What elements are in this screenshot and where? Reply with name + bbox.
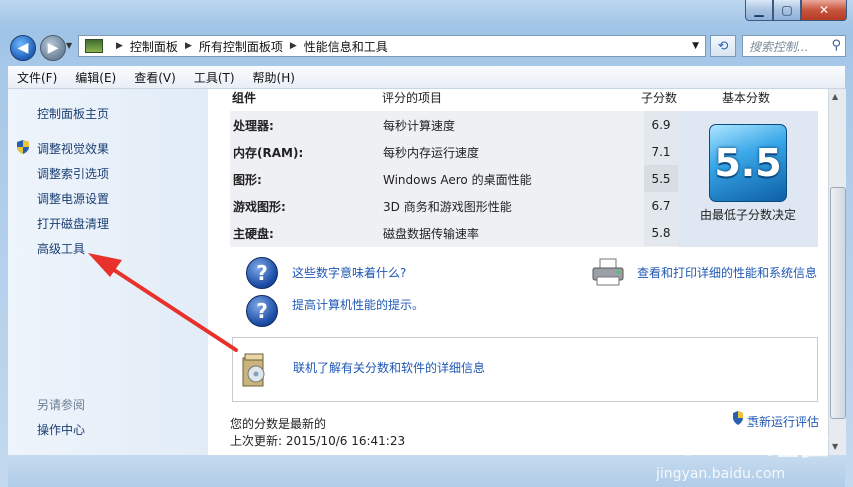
header-subscore: 子分数: [641, 91, 678, 105]
performance-tips-link[interactable]: 提高计算机性能的提示。: [292, 296, 424, 313]
row-item: 每秒内存运行速度: [383, 146, 480, 160]
breadcrumb-separator-icon[interactable]: ▶: [116, 41, 123, 51]
maximize-button[interactable]: ▢: [773, 0, 801, 21]
sidebar-item-advanced-tools[interactable]: 高级工具: [37, 240, 85, 257]
row-component: 图形:: [233, 173, 262, 187]
base-score-value: 5.5: [714, 141, 782, 185]
baidu-paw-icon: [734, 420, 762, 456]
row-score: 6.9: [644, 111, 678, 138]
baidu-watermark: Bai 经验 jingyan.baidu.com: [649, 418, 829, 482]
navigation-bar: ◀ ▶ ▼ ▶ 控制面板 ▶ 所有控制面板项 ▶ 性能信息和工具 ▼ ⟲ 搜索控…: [6, 33, 847, 61]
printer-icon: [592, 258, 624, 286]
online-info-link[interactable]: 联机了解有关分数和软件的详细信息: [293, 359, 485, 376]
sidebar-item-power[interactable]: 调整电源设置: [37, 190, 109, 207]
sidebar-item-disk-cleanup[interactable]: 打开磁盘清理: [37, 215, 109, 232]
row-component: 主硬盘:: [233, 227, 274, 241]
back-button[interactable]: ◀: [10, 35, 36, 61]
back-arrow-icon: ◀: [17, 40, 29, 56]
row-item: 每秒计算速度: [383, 119, 456, 133]
control-panel-icon: [85, 39, 103, 53]
help-question-icon: ?: [246, 257, 278, 289]
table-row: 主硬盘: 磁盘数据传输速率 5.8: [230, 219, 678, 246]
menu-view[interactable]: 查看(V): [125, 69, 185, 86]
row-score: 5.5: [644, 165, 678, 192]
print-details-link[interactable]: 查看和打印详细的性能和系统信息: [637, 264, 817, 281]
search-input[interactable]: 搜索控制... ⚲: [742, 35, 846, 57]
recent-pages-dropdown[interactable]: ▼: [66, 41, 72, 50]
row-score: 5.8: [644, 219, 678, 246]
address-bar[interactable]: ▶ 控制面板 ▶ 所有控制面板项 ▶ 性能信息和工具 ▼: [78, 35, 706, 57]
table-row: 游戏图形: 3D 商务和游戏图形性能 6.7: [230, 192, 678, 219]
vertical-scrollbar[interactable]: ▲ ▼: [828, 89, 846, 455]
caption-buttons: ▁ ▢ ✕: [745, 0, 847, 21]
uac-shield-icon: [17, 140, 29, 154]
what-numbers-mean-link[interactable]: 这些数字意味着什么?: [292, 264, 406, 281]
row-item: Windows Aero 的桌面性能: [383, 173, 532, 187]
search-icon[interactable]: ⚲: [831, 38, 841, 53]
sidebar-item-action-center[interactable]: 操作中心: [37, 421, 85, 438]
forward-button[interactable]: ▶: [40, 35, 66, 61]
breadcrumb-all-items[interactable]: 所有控制面板项: [199, 38, 283, 55]
close-button[interactable]: ✕: [801, 0, 847, 21]
sidebar-item-visual-effects[interactable]: 调整视觉效果: [37, 140, 109, 157]
score-current-text: 您的分数是最新的: [230, 417, 327, 431]
watermark-brand-2: 经验: [768, 427, 828, 462]
score-table: 处理器: 每秒计算速度 6.9 内存(RAM): 每秒内存运行速度 7.1 图形…: [230, 111, 678, 247]
row-component: 内存(RAM):: [233, 146, 304, 160]
menu-file[interactable]: 文件(F): [8, 69, 66, 86]
breadcrumb-control-panel[interactable]: 控制面板: [130, 38, 178, 55]
scroll-thumb[interactable]: [830, 187, 846, 419]
scroll-up-icon[interactable]: ▲: [832, 92, 838, 101]
breadcrumb-separator-icon[interactable]: ▶: [185, 41, 192, 51]
menu-edit[interactable]: 编辑(E): [66, 69, 125, 86]
last-update-text: 上次更新: 2015/10/6 16:41:23: [230, 434, 406, 448]
sidebar-home[interactable]: 控制面板主页: [37, 105, 109, 122]
row-item: 磁盘数据传输速率: [383, 227, 480, 241]
row-component: 游戏图形:: [233, 200, 286, 214]
forward-arrow-icon: ▶: [47, 40, 59, 56]
breadcrumb-performance[interactable]: 性能信息和工具: [304, 38, 388, 55]
header-base-score: 基本分数: [722, 91, 771, 105]
refresh-icon: ⟲: [717, 38, 729, 54]
address-dropdown-icon[interactable]: ▼: [692, 41, 699, 51]
search-placeholder: 搜索控制...: [749, 39, 809, 54]
row-score: 7.1: [644, 138, 678, 165]
menu-help[interactable]: 帮助(H): [244, 69, 304, 86]
main-content: 组件 评分的项目 子分数 基本分数 处理器: 每秒计算速度 6.9 内存(RAM…: [208, 89, 828, 455]
header-component: 组件: [232, 91, 257, 105]
row-item: 3D 商务和游戏图形性能: [383, 200, 512, 214]
base-score-caption: 由最低子分数决定: [699, 208, 796, 222]
breadcrumb-separator-icon[interactable]: ▶: [290, 41, 297, 51]
online-info-box: 联机了解有关分数和软件的详细信息: [232, 337, 818, 402]
table-row: 图形: Windows Aero 的桌面性能 5.5: [230, 165, 678, 192]
table-header: 组件 评分的项目 子分数 基本分数: [208, 89, 828, 109]
watermark-url: jingyan.baidu.com: [655, 466, 785, 482]
row-score: 6.7: [644, 192, 678, 219]
base-score-badge: 5.5: [709, 124, 787, 202]
base-score-panel: 5.5 由最低子分数决定: [678, 111, 818, 247]
table-row: 内存(RAM): 每秒内存运行速度 7.1: [230, 138, 678, 165]
header-rated-item: 评分的项目: [382, 91, 443, 105]
row-component: 处理器:: [233, 119, 274, 133]
menu-tools[interactable]: 工具(T): [185, 69, 244, 86]
help-question-icon: ?: [246, 295, 278, 327]
refresh-button[interactable]: ⟲: [710, 35, 736, 57]
see-also-heading: 另请参阅: [37, 398, 86, 412]
table-row: 处理器: 每秒计算速度 6.9: [230, 111, 678, 138]
sidebar: 控制面板主页 调整视觉效果 调整索引选项 调整电源设置 打开磁盘清理 高级工具 …: [8, 89, 208, 455]
sidebar-item-indexing[interactable]: 调整索引选项: [37, 165, 109, 182]
minimize-button[interactable]: ▁: [745, 0, 773, 21]
watermark-brand: Bai: [650, 419, 718, 463]
menu-bar: 文件(F) 编辑(E) 查看(V) 工具(T) 帮助(H): [8, 66, 845, 89]
software-package-icon: [242, 353, 265, 387]
